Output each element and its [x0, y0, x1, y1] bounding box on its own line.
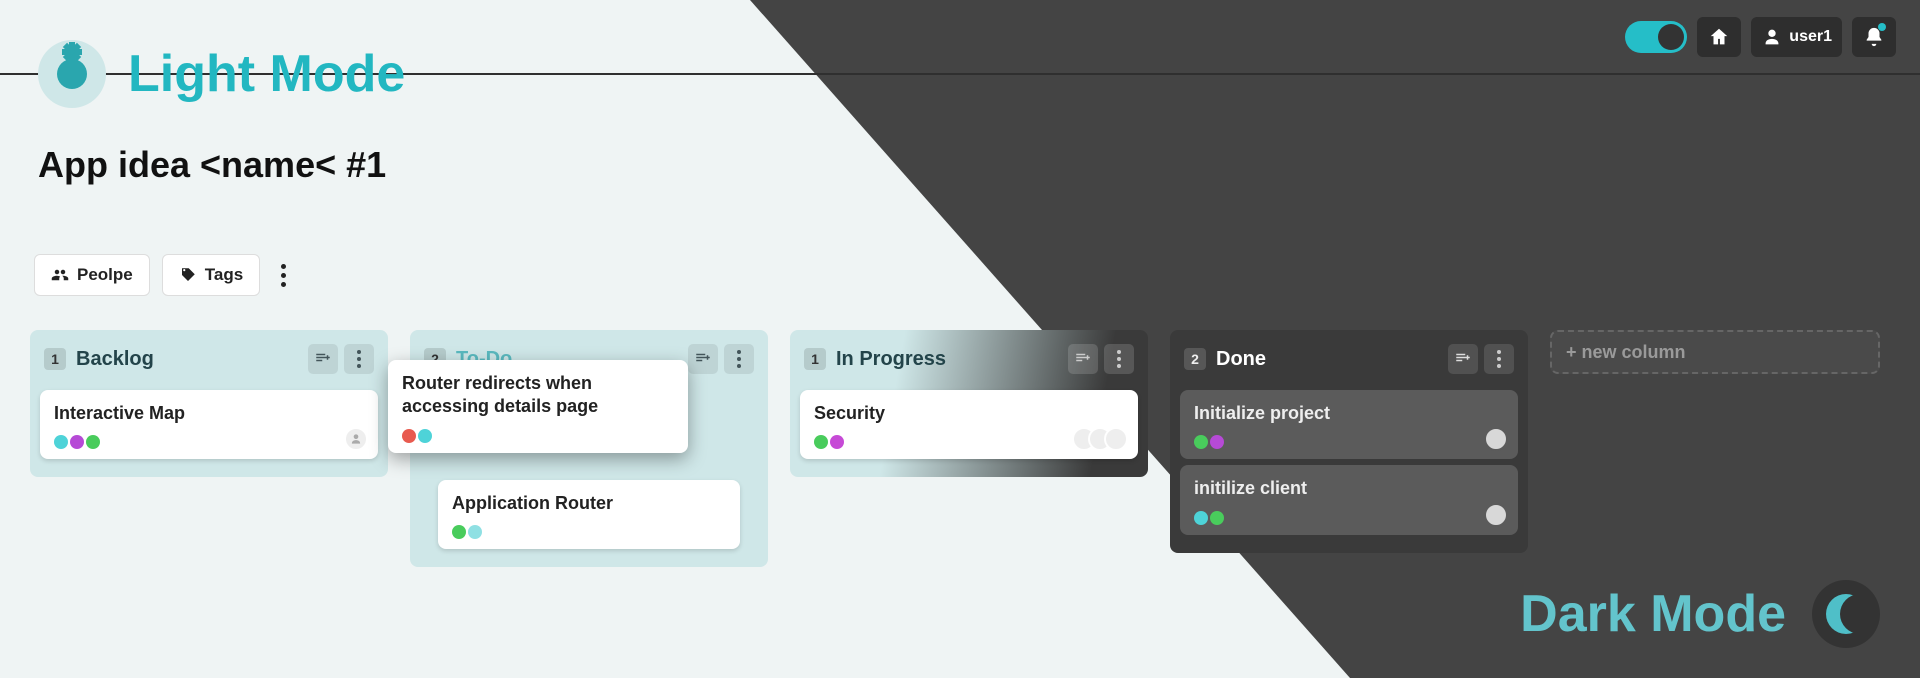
light-mode-title: Light Mode: [38, 40, 405, 108]
tag-dot: [86, 435, 100, 449]
board-more-menu[interactable]: [272, 258, 294, 293]
card-tags: [402, 429, 674, 443]
add-list-icon: [314, 350, 332, 368]
moon-badge-icon: [1812, 580, 1880, 648]
card-title: Router redirects when accessing details …: [402, 372, 674, 419]
tag-dot: [830, 435, 844, 449]
add-list-icon: [694, 350, 712, 368]
add-column-label: + new column: [1566, 342, 1686, 363]
column-more-menu[interactable]: [1104, 344, 1134, 374]
people-icon: [51, 266, 69, 284]
card-assignees: [1484, 503, 1508, 527]
column-more-menu[interactable]: [344, 344, 374, 374]
tag-dot: [70, 435, 84, 449]
user-button[interactable]: user1: [1751, 17, 1842, 57]
notification-indicator: [1878, 23, 1886, 31]
tag-dot: [1194, 435, 1208, 449]
card[interactable]: Application Router: [438, 480, 740, 549]
column-backlog: 1 Backlog Interactive Map: [30, 330, 388, 477]
column-more-menu[interactable]: [1484, 344, 1514, 374]
filter-bar: Peolpe Tags: [34, 254, 294, 296]
sun-icon: [38, 40, 106, 108]
column-count: 2: [1184, 348, 1206, 370]
card-assignees: [344, 427, 368, 451]
dark-mode-label: Dark Mode: [1520, 584, 1786, 644]
people-filter-button[interactable]: Peolpe: [34, 254, 150, 296]
add-card-button[interactable]: [1448, 344, 1478, 374]
card-title: Interactive Map: [54, 402, 364, 425]
avatar: [1484, 427, 1508, 451]
column-count: 1: [44, 348, 66, 370]
tag-dot: [402, 429, 416, 443]
add-list-icon: [1454, 350, 1472, 368]
card-tags: [1194, 511, 1504, 525]
avatar: [1104, 427, 1128, 451]
people-filter-label: Peolpe: [77, 265, 133, 285]
tags-filter-label: Tags: [205, 265, 243, 285]
home-button[interactable]: [1697, 17, 1741, 57]
column-count: 1: [804, 348, 826, 370]
card-assignees: [1484, 427, 1508, 451]
add-card-button[interactable]: [308, 344, 338, 374]
card-title: Application Router: [452, 492, 726, 515]
add-card-button[interactable]: [1068, 344, 1098, 374]
username-label: user1: [1789, 28, 1832, 46]
tags-filter-button[interactable]: Tags: [162, 254, 260, 296]
add-column-button[interactable]: + new column: [1550, 330, 1880, 374]
dragging-card[interactable]: Router redirects when accessing details …: [388, 360, 688, 453]
column-title: In Progress: [836, 348, 1058, 371]
add-list-icon: [1074, 350, 1092, 368]
card[interactable]: Security: [800, 390, 1138, 459]
card[interactable]: initilize client: [1180, 465, 1518, 534]
home-icon: [1708, 26, 1730, 48]
tag-dot: [54, 435, 68, 449]
tag-dot: [814, 435, 828, 449]
dark-mode-title: Dark Mode: [1520, 580, 1880, 648]
avatar: [344, 427, 368, 451]
notifications-button[interactable]: [1852, 17, 1896, 57]
tag-icon: [179, 266, 197, 284]
board-title: App idea <name< #1: [38, 144, 386, 186]
card-tags: [1194, 435, 1504, 449]
tag-dot: [1210, 435, 1224, 449]
card-title: Initialize project: [1194, 402, 1504, 425]
column-more-menu[interactable]: [724, 344, 754, 374]
column-done: 2 Done Initialize project initilize clie…: [1170, 330, 1528, 553]
tag-dot: [1210, 511, 1224, 525]
card-title: initilize client: [1194, 477, 1504, 500]
avatar: [1484, 503, 1508, 527]
column-title: Done: [1216, 348, 1438, 371]
tag-dot: [1194, 511, 1208, 525]
card-assignees: [1072, 427, 1128, 451]
column-in-progress: 1 In Progress Security: [790, 330, 1148, 477]
column-title: Backlog: [76, 348, 298, 371]
tag-dot: [468, 525, 482, 539]
add-card-button[interactable]: [688, 344, 718, 374]
tag-dot: [418, 429, 432, 443]
card[interactable]: Initialize project: [1180, 390, 1518, 459]
light-mode-label: Light Mode: [128, 44, 405, 104]
card-tags: [452, 525, 726, 539]
card[interactable]: Interactive Map: [40, 390, 378, 459]
user-icon: [1761, 26, 1783, 48]
card-tags: [54, 435, 364, 449]
card-title: Security: [814, 402, 1124, 425]
kanban-board: 1 Backlog Interactive Map 2 To: [30, 330, 1890, 567]
theme-toggle[interactable]: [1625, 21, 1687, 53]
moon-icon: [1662, 26, 1680, 44]
tag-dot: [452, 525, 466, 539]
